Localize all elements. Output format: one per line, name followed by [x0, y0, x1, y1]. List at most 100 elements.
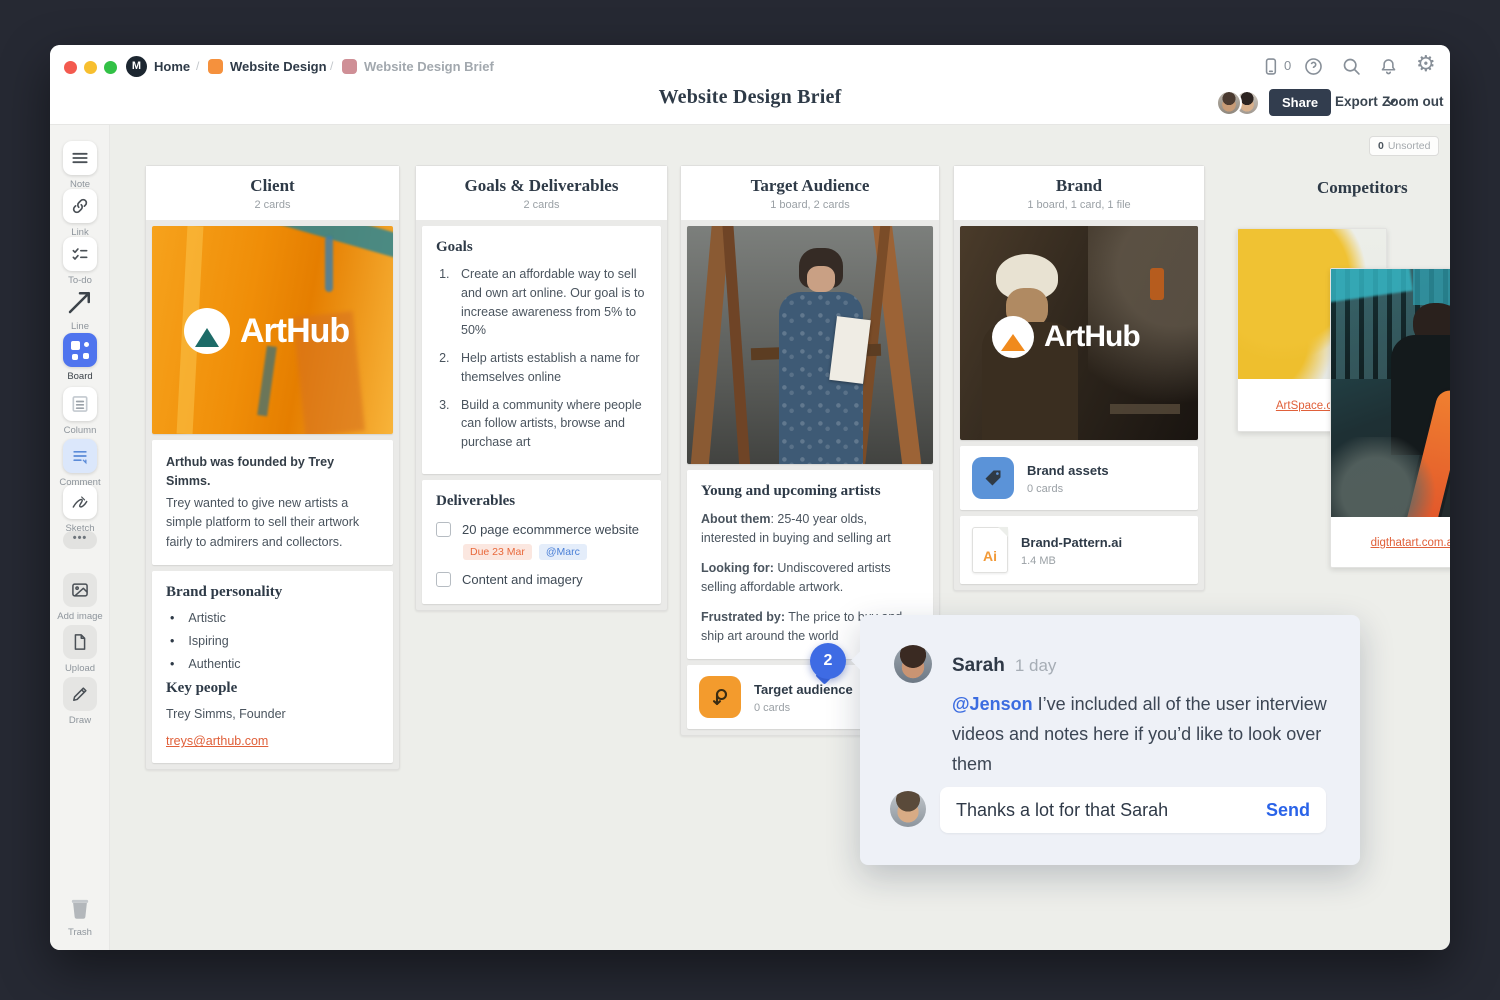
- competitor-link[interactable]: digthatart.com.au: [1371, 537, 1450, 549]
- board-item-subtitle: 0 cards: [1027, 483, 1109, 495]
- todo-icon: [70, 244, 90, 264]
- breadcrumb-home[interactable]: Home: [154, 59, 190, 74]
- brand-assets-board-item[interactable]: Brand assets 0 cards: [960, 446, 1198, 510]
- note-title: Arthub was founded by Trey Simms.: [166, 453, 379, 492]
- column-title: Target Audience: [689, 176, 931, 196]
- column-title: Goals & Deliverables: [424, 176, 659, 196]
- share-button[interactable]: Share: [1269, 89, 1331, 116]
- milanote-logo: M: [126, 56, 147, 77]
- unsorted-badge[interactable]: 0Unsorted: [1369, 136, 1439, 156]
- column-subtitle: 1 board, 2 cards: [689, 199, 931, 211]
- file-item-size: 1.4 MB: [1021, 555, 1122, 567]
- brand-image-card[interactable]: ArtHub: [960, 226, 1198, 440]
- mobile-device-icon[interactable]: [1260, 56, 1281, 77]
- tool-sketch[interactable]: Sketch: [50, 485, 110, 534]
- comment-author: Sarah1 day: [952, 655, 1056, 677]
- brand-personality-heading: Brand personality: [166, 584, 379, 601]
- breadcrumb-separator: /: [330, 59, 333, 73]
- todo-checkbox[interactable]: [436, 522, 451, 537]
- send-button[interactable]: Send: [1266, 800, 1310, 821]
- tool-todo[interactable]: To-do: [50, 237, 110, 286]
- comment-text: @Jenson I’ve included all of the user in…: [952, 689, 1344, 779]
- tool-column[interactable]: Column: [50, 387, 110, 436]
- tool-draw[interactable]: Draw: [50, 677, 110, 726]
- file-item-title: Brand-Pattern.ai: [1021, 535, 1122, 550]
- tool-rail: Note Link To-do Line Board Column: [50, 125, 110, 950]
- assignee-tag[interactable]: @Marc: [539, 544, 587, 560]
- board-item-subtitle: 0 cards: [754, 702, 853, 714]
- persona-title: Young and upcoming artists: [701, 483, 919, 500]
- tool-add-image[interactable]: Add image: [50, 573, 110, 622]
- tool-link[interactable]: Link: [50, 189, 110, 238]
- digthatart-thumbnail: [1331, 269, 1450, 517]
- sketch-icon: [70, 492, 90, 512]
- tool-comment[interactable]: Comment: [50, 439, 110, 488]
- search-icon[interactable]: [1341, 56, 1362, 77]
- arthub-logo-icon: [184, 308, 230, 354]
- target-audience-image-card[interactable]: [687, 226, 933, 464]
- tool-upload[interactable]: Upload: [50, 625, 110, 674]
- comment-pin[interactable]: 2: [810, 643, 846, 679]
- column-client[interactable]: Client 2 cards ArtHub Arthub was founded…: [145, 165, 400, 770]
- tool-note[interactable]: Note: [50, 141, 110, 190]
- column-subtitle: 2 cards: [154, 199, 391, 211]
- client-people-card[interactable]: Brand personality Artistic Ispiring Auth…: [152, 571, 393, 763]
- list-item: Authentic: [166, 657, 379, 671]
- column-brand[interactable]: Brand 1 board, 1 card, 1 file ArtHub: [953, 165, 1205, 591]
- board-color-icon: [342, 59, 357, 74]
- competitor-card-digthatart[interactable]: digthatart.com.au: [1330, 268, 1450, 568]
- goals-heading: Goals: [436, 239, 647, 256]
- column-goals[interactable]: Goals & Deliverables 2 cards Goals Creat…: [415, 165, 668, 611]
- client-note-card[interactable]: Arthub was founded by Trey Simms. Trey w…: [152, 440, 393, 565]
- project-color-icon: [208, 59, 223, 74]
- settings-gear-icon[interactable]: ⚙: [1416, 53, 1436, 75]
- collaborator-avatar[interactable]: [1216, 90, 1242, 116]
- device-count: 0: [1284, 58, 1291, 73]
- todo-checkbox[interactable]: [436, 572, 451, 587]
- breadcrumb-project[interactable]: Website Design: [230, 59, 327, 74]
- window-close-button[interactable]: [64, 61, 77, 74]
- breadcrumb-separator: /: [196, 59, 199, 73]
- help-icon[interactable]: [1303, 56, 1324, 77]
- tool-trash[interactable]: Trash: [50, 893, 110, 938]
- line-arrow-icon: [65, 287, 95, 317]
- mention-link[interactable]: @Jenson: [952, 694, 1033, 714]
- notifications-bell-icon[interactable]: [1378, 56, 1399, 77]
- list-item: Build a community where people can follo…: [453, 396, 647, 452]
- reply-box: Send: [940, 787, 1326, 833]
- comment-time: 1 day: [1015, 656, 1057, 675]
- email-link[interactable]: treys@arthub.com: [166, 734, 268, 748]
- list-item: Create an affordable way to sell and own…: [453, 265, 647, 340]
- more-dots-icon: •••: [63, 531, 97, 549]
- window-zoom-button[interactable]: [104, 61, 117, 74]
- brand-personality-list: Artistic Ispiring Authentic: [166, 611, 379, 671]
- reply-avatar: [890, 791, 926, 827]
- goals-card[interactable]: Goals Create an affordable way to sell a…: [422, 226, 661, 474]
- reply-input[interactable]: [956, 800, 1266, 821]
- breadcrumb-board[interactable]: Website Design Brief: [364, 59, 494, 74]
- due-date-tag[interactable]: Due 23 Mar: [463, 544, 532, 560]
- deliverables-card[interactable]: Deliverables 20 page ecommmerce website …: [422, 480, 661, 604]
- list-item: Artistic: [166, 611, 379, 625]
- window-minimize-button[interactable]: [84, 61, 97, 74]
- note-body: Trey wanted to give new artists a simple…: [166, 494, 379, 552]
- column-subtitle: 2 cards: [424, 199, 659, 211]
- artist-photo: [687, 226, 933, 464]
- board-item-title: Target audience: [754, 682, 853, 697]
- note-icon: [70, 148, 90, 168]
- brand-pattern-file-item[interactable]: Ai Brand-Pattern.ai 1.4 MB: [960, 516, 1198, 584]
- ai-file-icon: Ai: [972, 527, 1008, 573]
- trash-icon: [65, 893, 95, 923]
- column-icon: [70, 394, 90, 414]
- arthub-logo-icon: [992, 316, 1034, 358]
- tool-line[interactable]: Line: [50, 287, 110, 332]
- goals-list: Create an affordable way to sell and own…: [453, 265, 647, 452]
- client-logo-image-card[interactable]: ArtHub: [152, 226, 393, 434]
- comment-popup: Sarah1 day @Jenson I’ve included all of …: [860, 615, 1360, 865]
- comment-icon: [70, 446, 90, 466]
- tool-board[interactable]: Board: [50, 333, 110, 382]
- deliverables-heading: Deliverables: [436, 493, 647, 510]
- persona-row: Looking for: Undiscovered artists sellin…: [701, 559, 919, 598]
- tool-more[interactable]: •••: [50, 531, 110, 549]
- zoom-out-button[interactable]: Zoom out: [1382, 94, 1443, 109]
